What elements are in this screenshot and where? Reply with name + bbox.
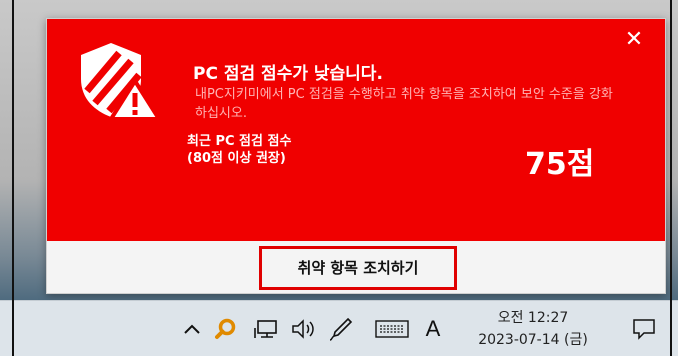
notification-icon[interactable]	[624, 301, 664, 356]
keyboard-icon[interactable]	[372, 301, 412, 356]
shield-warning-icon	[81, 43, 163, 121]
magnifier-icon[interactable]	[212, 301, 238, 356]
close-button[interactable]: ✕	[621, 27, 647, 53]
chevron-up-icon[interactable]	[180, 301, 204, 356]
notification-title: PC 점검 점수가 낮습니다.	[193, 64, 383, 84]
taskbar: A 오전 12:27 2023-07-14 (금)	[0, 300, 678, 356]
score-label-line2: (80점 이상 권장)	[187, 151, 286, 166]
alert-banner: ✕ PC 점검 점수가 낮습니다. 내PC지키미에서 PC 점검을 수행하고 취…	[47, 19, 665, 241]
pen-icon[interactable]	[326, 301, 356, 356]
clock-date: 2023-07-14 (금)	[478, 332, 588, 348]
network-icon[interactable]	[252, 301, 282, 356]
notification-description: 내PC지키미에서 PC 점검을 수행하고 취약 항목을 조치하여 보안 수준을 …	[195, 87, 613, 121]
clock-time: 오전 12:27	[497, 310, 569, 326]
fix-vulnerabilities-button[interactable]: 취약 항목 조치하기	[259, 246, 457, 290]
score-label: 최근 PC 점검 점수 (80점 이상 권장)	[187, 133, 407, 167]
taskbar-clock[interactable]: 오전 12:27 2023-07-14 (금)	[458, 307, 608, 351]
ime-indicator[interactable]: A	[420, 301, 446, 356]
score-value: 75점	[525, 147, 595, 182]
volume-icon[interactable]	[288, 301, 320, 356]
score-label-line1: 최근 PC 점검 점수	[187, 134, 292, 149]
security-notification-popup: ✕ PC 점검 점수가 낮습니다. 내PC지키미에서 PC 점검을 수행하고 취…	[46, 18, 666, 294]
